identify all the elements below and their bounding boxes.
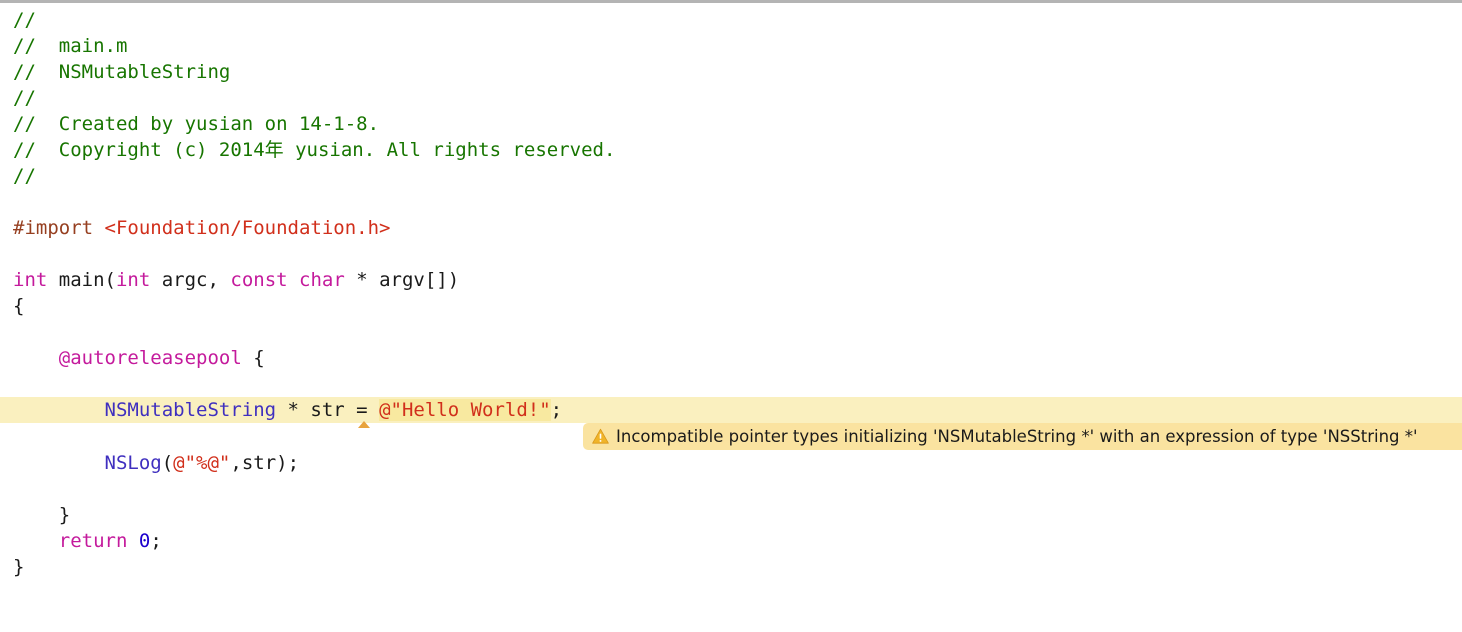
- argc-type: int: [115, 269, 151, 291]
- string-literal: @"Hello World!": [379, 399, 551, 421]
- argc-name: argc,: [150, 269, 231, 291]
- code-line-open-brace: {: [0, 293, 1462, 319]
- comment-copyright: Copyright (c) 2014年 yusian. All rights r…: [58, 139, 616, 161]
- comment-created-by: Created by yusian on 14-1-8.: [58, 113, 380, 135]
- autoreleasepool-keyword: @autoreleasepool: [58, 347, 242, 369]
- comment-slashes: //: [13, 35, 59, 57]
- warning-triangle-icon: [592, 428, 609, 444]
- comment-slashes: //: [13, 139, 59, 161]
- open-paren: (: [161, 452, 174, 474]
- diagnostic-row: Incompatible pointer types initializing …: [0, 423, 1462, 450]
- comment-slashes: //: [13, 61, 59, 83]
- code-line: //: [0, 85, 1462, 111]
- declaration-variable: * str =: [276, 399, 380, 421]
- comment-project-name: NSMutableString: [58, 61, 231, 83]
- semicolon: ;: [150, 530, 162, 552]
- code-line-return: return 0;: [0, 528, 1462, 554]
- close-brace-outer: }: [13, 556, 25, 578]
- close-brace-inner: }: [13, 504, 71, 526]
- warning-message: Incompatible pointer types initializing …: [616, 427, 1418, 446]
- char-type: char: [287, 269, 345, 291]
- source-code-area[interactable]: // // main.m // NSMutableString // // Cr…: [0, 3, 1462, 580]
- code-line-declaration-highlighted: NSMutableString * str = @"Hello World!";: [0, 397, 1462, 428]
- autoreleasepool-brace: {: [241, 347, 265, 369]
- comment-filename: main.m: [58, 35, 128, 57]
- code-line: // main.m: [0, 33, 1462, 59]
- comment-text: //: [13, 87, 36, 109]
- semicolon: ;: [550, 399, 563, 421]
- code-editor[interactable]: // // main.m // NSMutableString // // Cr…: [0, 0, 1462, 632]
- declaration-type: NSMutableString: [104, 399, 277, 421]
- return-value: 0: [138, 530, 151, 552]
- argv-name: * argv[]): [344, 269, 460, 291]
- comment-slashes: //: [13, 113, 59, 135]
- nslog-function-name: NSLog: [104, 452, 162, 474]
- open-brace: {: [13, 295, 25, 317]
- code-line-close-outer-brace: }: [0, 554, 1462, 580]
- code-line: // Created by yusian on 14-1-8.: [0, 111, 1462, 137]
- main-function-name: main(: [47, 269, 116, 291]
- code-line: //: [0, 7, 1462, 33]
- import-directive: #import: [13, 217, 105, 239]
- code-line: //: [0, 163, 1462, 189]
- main-return-type: int: [13, 269, 48, 291]
- nslog-format-string: @"%@": [173, 452, 231, 474]
- code-line-nslog: NSLog(@"%@",str);: [0, 450, 1462, 476]
- code-line-main-signature: int main(int argc, const char * argv[]): [0, 267, 1462, 293]
- comment-text: //: [13, 9, 36, 31]
- code-line: // NSMutableString: [0, 59, 1462, 85]
- code-line-import: #import <Foundation/Foundation.h>: [0, 215, 1462, 241]
- return-keyword: return: [58, 530, 128, 552]
- const-keyword: const: [230, 269, 288, 291]
- import-header-path: <Foundation/Foundation.h>: [104, 217, 391, 239]
- code-line: // Copyright (c) 2014年 yusian. All right…: [0, 137, 1462, 163]
- nslog-arguments: ,str);: [230, 452, 300, 474]
- comment-text: //: [13, 165, 36, 187]
- code-line-close-inner-brace: }: [0, 502, 1462, 528]
- warning-banner[interactable]: Incompatible pointer types initializing …: [583, 423, 1462, 450]
- code-line-autoreleasepool: @autoreleasepool {: [0, 345, 1462, 371]
